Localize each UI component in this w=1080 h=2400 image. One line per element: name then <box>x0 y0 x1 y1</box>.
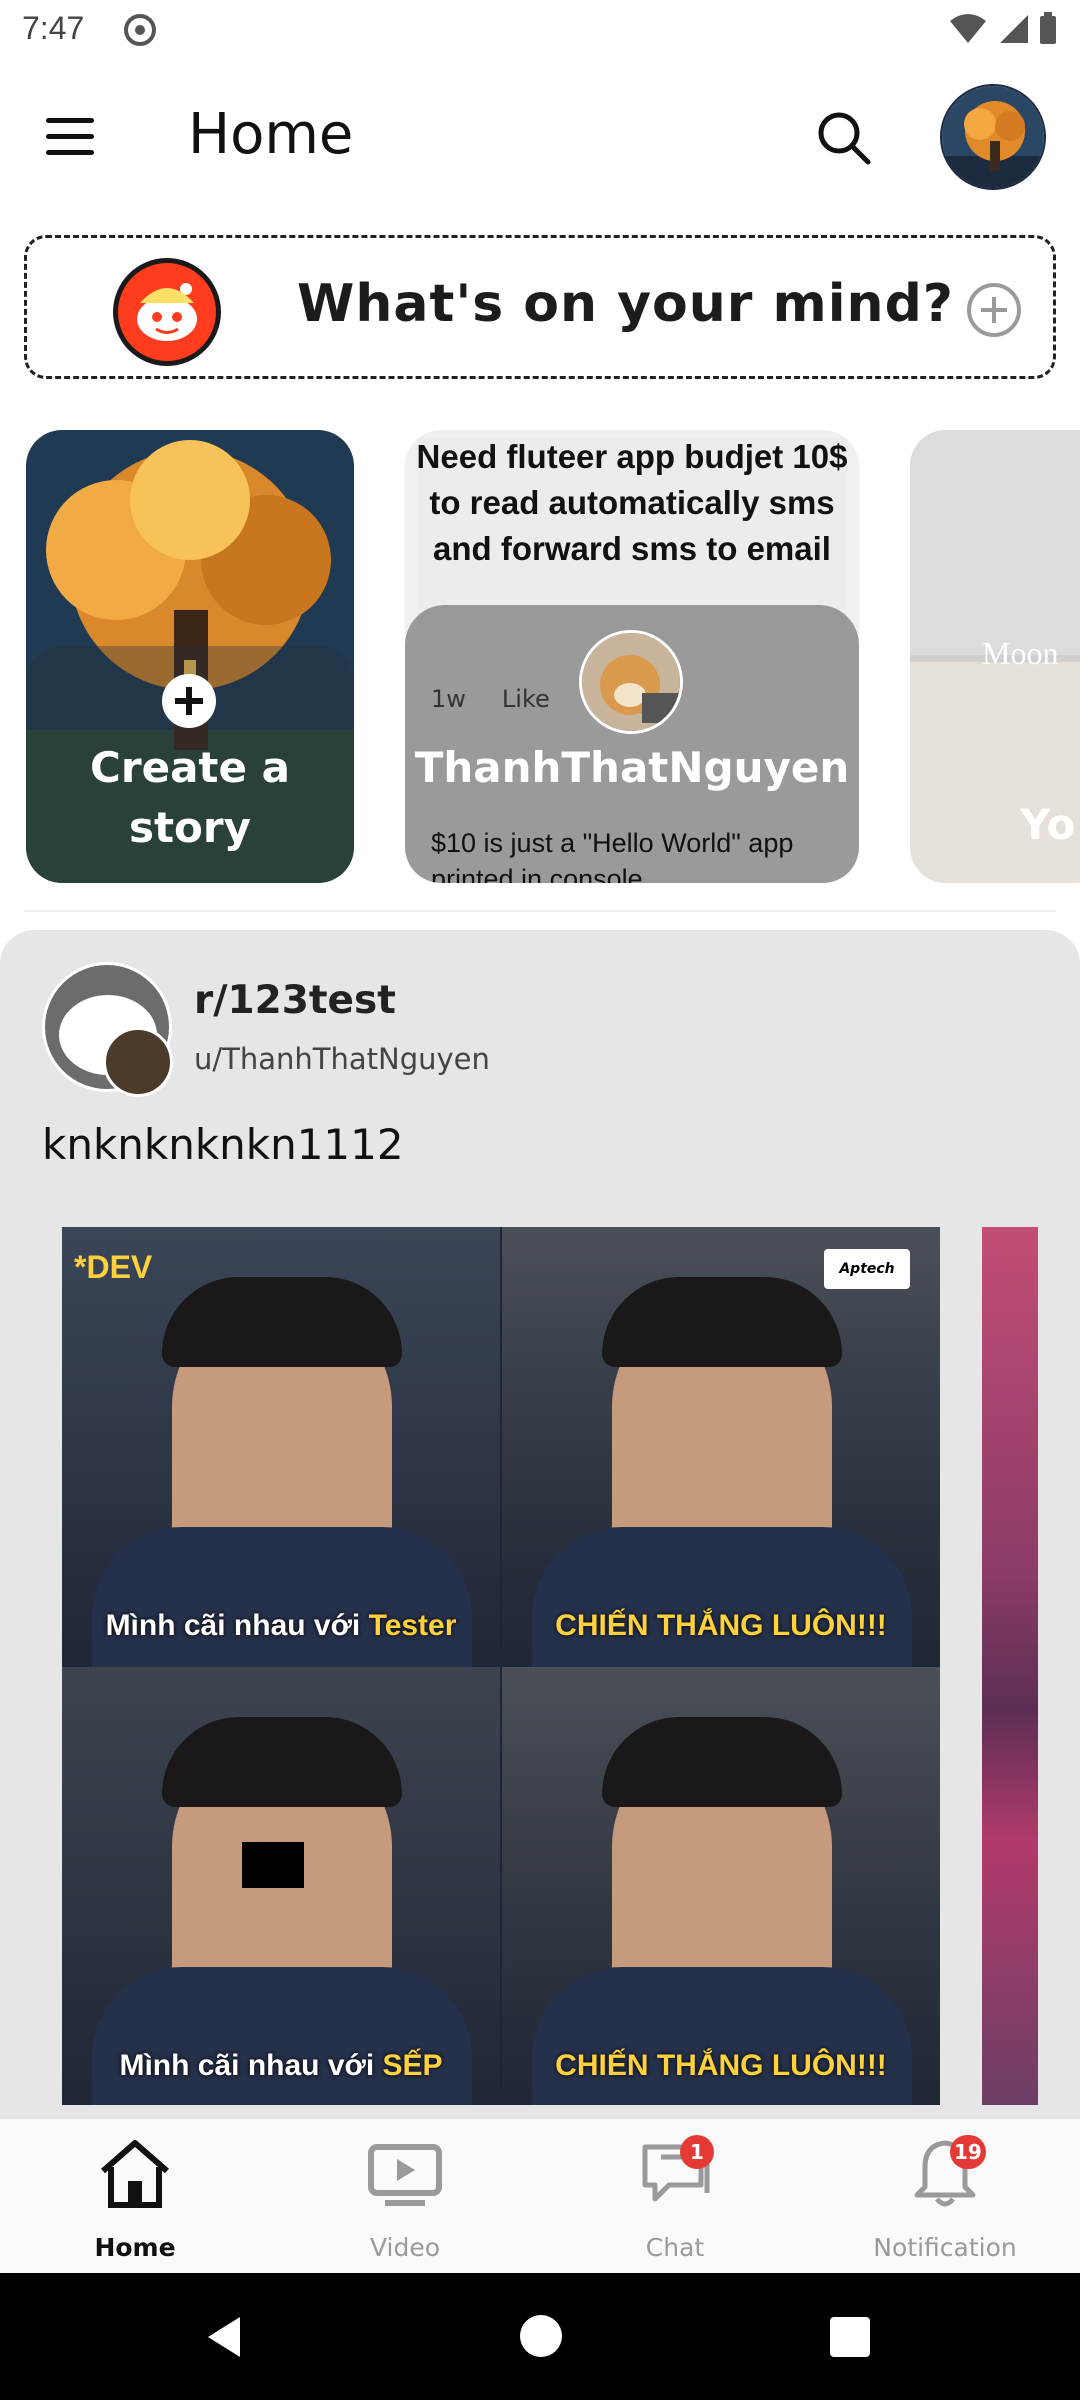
nav-home[interactable]: Home <box>0 2119 270 2275</box>
story-card-third[interactable]: Moon Yo <box>910 430 1080 883</box>
media-brand-logo: Aptech <box>824 1249 910 1289</box>
media-caption-2: CHIẾN THẮNG LUÔN!!! <box>555 1609 887 1642</box>
divider <box>24 910 1056 912</box>
post-media-image[interactable]: *DEV Mình cãi nhau với Tester Aptech CHI… <box>62 1227 940 2105</box>
add-circle-icon[interactable] <box>965 281 1023 339</box>
status-bar: 7:47 <box>0 0 1080 62</box>
at-sign-icon <box>124 14 156 46</box>
create-story-card[interactable]: Create a story <box>26 430 354 883</box>
add-story-icon[interactable] <box>162 674 216 728</box>
story-card-text: Need fluteer app budjet 10$ to read auto… <box>416 438 848 567</box>
home-icon <box>101 2140 169 2208</box>
profile-avatar[interactable] <box>940 84 1046 190</box>
bottom-nav: Home Video 1 Chat 19 Notification <box>0 2117 1080 2273</box>
media-frame-2: Aptech CHIẾN THẮNG LUÔN!!! <box>502 1227 940 1667</box>
post-subreddit[interactable]: r/123test <box>194 978 396 1023</box>
notification-badge: 19 <box>950 2135 986 2169</box>
composer-prompt[interactable]: What's on your mind? <box>297 274 954 334</box>
recents-icon[interactable] <box>830 2317 870 2357</box>
story-user-name: ThanhThatNguyen <box>414 743 850 792</box>
censor-bar <box>242 1842 304 1888</box>
post-username[interactable]: u/ThanhThatNguyen <box>194 1042 490 1076</box>
battery-icon <box>1040 12 1056 44</box>
media-frame-1: *DEV Mình cãi nhau với Tester <box>62 1227 500 1667</box>
story-body-text: $10 is just a "Hello World" app printed … <box>431 828 794 883</box>
nav-video-label: Video <box>369 2233 441 2262</box>
reddit-avatar <box>113 258 221 366</box>
back-icon[interactable] <box>200 2313 248 2361</box>
home-button-icon[interactable] <box>520 2315 562 2357</box>
media-frame-4: CHIẾN THẮNG LUÔN!!! <box>502 1667 940 2105</box>
chat-badge: 1 <box>680 2135 714 2169</box>
media-caption-3: Mình cãi nhau với SẾP <box>119 2049 443 2082</box>
user-avatar <box>103 1027 173 1097</box>
subreddit-avatar[interactable] <box>42 962 173 1097</box>
story-third-image-2 <box>910 662 1080 883</box>
media-caption-1: Mình cãi nhau với Tester <box>105 1609 457 1642</box>
nav-chat-label: Chat <box>645 2233 705 2262</box>
status-time: 7:47 <box>22 10 85 46</box>
status-icons <box>948 12 1058 46</box>
signal-icon <box>1000 15 1028 43</box>
post-composer[interactable]: What's on your mind? <box>24 235 1056 379</box>
page-title: Home <box>188 102 354 167</box>
search-icon[interactable] <box>814 108 874 168</box>
nav-video[interactable]: Video <box>270 2119 540 2275</box>
post-text: knknknknkn1112 <box>42 1120 404 1169</box>
post-media-next-image[interactable] <box>982 1227 1038 2105</box>
media-frame-3: Mình cãi nhau với SẾP <box>62 1667 500 2105</box>
nav-notification-label: Notification <box>873 2233 1017 2262</box>
story-third-overlay-text: Moon <box>982 635 1059 671</box>
story-time: 1w <box>431 685 466 713</box>
app-bar: Home <box>0 62 1080 212</box>
stories-row[interactable]: Create a story Need fluteer app budjet 1… <box>0 430 1080 885</box>
video-icon <box>368 2144 442 2206</box>
nav-home-label: Home <box>94 2233 176 2262</box>
create-story-label: Create a story <box>90 743 290 852</box>
story-like: Like <box>501 685 550 713</box>
nav-notification[interactable]: 19 Notification <box>810 2119 1080 2275</box>
wifi-icon <box>950 14 986 43</box>
post-card[interactable]: r/123test u/ThanhThatNguyen knknknknkn11… <box>0 930 1080 2120</box>
menu-icon[interactable] <box>46 118 102 158</box>
media-dev-tag: *DEV <box>74 1249 153 1285</box>
story-user-avatar <box>579 630 683 734</box>
story-meta: 1w Like <box>431 685 586 713</box>
nav-chat[interactable]: 1 Chat <box>540 2119 810 2275</box>
system-nav-bar <box>0 2273 1080 2400</box>
story-third-name: Yo <box>1020 800 1076 849</box>
media-caption-4: CHIẾN THẮNG LUÔN!!! <box>555 2049 887 2082</box>
user-story-card[interactable]: Need fluteer app budjet 10$ to read auto… <box>405 430 859 883</box>
story-third-image <box>910 430 1080 655</box>
